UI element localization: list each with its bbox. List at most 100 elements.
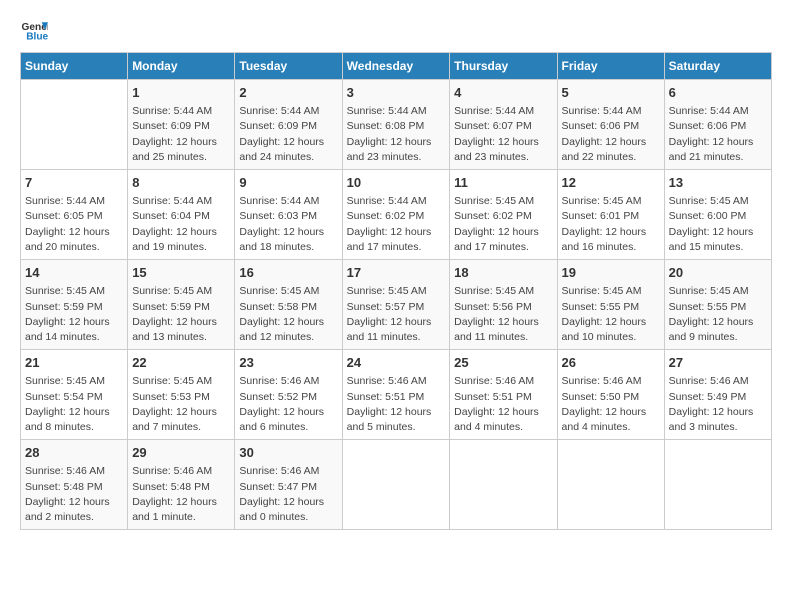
day-number: 28 <box>25 444 123 462</box>
day-number: 16 <box>239 264 337 282</box>
calendar-cell: 4 Sunrise: 5:44 AM Sunset: 6:07 PM Daylig… <box>450 80 557 170</box>
day-number: 13 <box>669 174 767 192</box>
calendar-cell: 13 Sunrise: 5:45 AM Sunset: 6:00 PM Dayli… <box>664 170 771 260</box>
calendar-cell: 7 Sunrise: 5:44 AM Sunset: 6:05 PM Daylig… <box>21 170 128 260</box>
calendar-cell: 18 Sunrise: 5:45 AM Sunset: 5:56 PM Dayli… <box>450 260 557 350</box>
calendar-cell: 22Sunrise: 5:45 AM Sunset: 5:53 PM Dayli… <box>128 350 235 440</box>
calendar-cell: 17 Sunrise: 5:45 AM Sunset: 5:57 PM Dayli… <box>342 260 450 350</box>
day-number: 2 <box>239 84 337 102</box>
calendar-cell: 25 Sunrise: 5:46 AM Sunset: 5:51 PM Dayli… <box>450 350 557 440</box>
day-number: 4 <box>454 84 552 102</box>
day-info: Sunrise: 5:44 AM Sunset: 6:04 PM Dayligh… <box>132 194 230 255</box>
calendar-week-row: 21 Sunrise: 5:45 AM Sunset: 5:54 PM Dayli… <box>21 350 772 440</box>
logo: General Blue <box>20 16 52 44</box>
calendar-cell: 1Sunrise: 5:44 AM Sunset: 6:09 PM Daylig… <box>128 80 235 170</box>
day-number: 3 <box>347 84 446 102</box>
page-header: General Blue <box>20 16 772 44</box>
day-number: 10 <box>347 174 446 192</box>
calendar-table: SundayMondayTuesdayWednesdayThursdayFrid… <box>20 52 772 530</box>
calendar-cell: 28 Sunrise: 5:46 AM Sunset: 5:48 PM Dayli… <box>21 440 128 530</box>
day-info: Sunrise: 5:45 AM Sunset: 5:53 PM Dayligh… <box>132 374 230 435</box>
calendar-header-thursday: Thursday <box>450 53 557 80</box>
day-info: Sunrise: 5:46 AM Sunset: 5:52 PM Dayligh… <box>239 374 337 435</box>
day-info: Sunrise: 5:44 AM Sunset: 6:02 PM Dayligh… <box>347 194 446 255</box>
calendar-cell: 12 Sunrise: 5:45 AM Sunset: 6:01 PM Dayli… <box>557 170 664 260</box>
day-info: Sunrise: 5:45 AM Sunset: 5:55 PM Dayligh… <box>562 284 660 345</box>
day-number: 25 <box>454 354 552 372</box>
calendar-cell <box>557 440 664 530</box>
day-number: 14 <box>25 264 123 282</box>
day-number: 7 <box>25 174 123 192</box>
calendar-header-saturday: Saturday <box>664 53 771 80</box>
calendar-header-wednesday: Wednesday <box>342 53 450 80</box>
day-number: 9 <box>239 174 337 192</box>
day-info: Sunrise: 5:44 AM Sunset: 6:07 PM Dayligh… <box>454 104 552 165</box>
day-number: 1 <box>132 84 230 102</box>
day-info: Sunrise: 5:45 AM Sunset: 6:00 PM Dayligh… <box>669 194 767 255</box>
calendar-cell: 24Sunrise: 5:46 AM Sunset: 5:51 PM Dayli… <box>342 350 450 440</box>
calendar-cell <box>664 440 771 530</box>
day-number: 15 <box>132 264 230 282</box>
day-info: Sunrise: 5:44 AM Sunset: 6:06 PM Dayligh… <box>562 104 660 165</box>
day-info: Sunrise: 5:45 AM Sunset: 5:56 PM Dayligh… <box>454 284 552 345</box>
day-info: Sunrise: 5:44 AM Sunset: 6:03 PM Dayligh… <box>239 194 337 255</box>
day-info: Sunrise: 5:46 AM Sunset: 5:48 PM Dayligh… <box>25 464 123 525</box>
calendar-header-row: SundayMondayTuesdayWednesdayThursdayFrid… <box>21 53 772 80</box>
day-number: 12 <box>562 174 660 192</box>
calendar-body: 1 Sunrise: 5:44 AM Sunset: 6:09 PM Daylig… <box>21 80 772 530</box>
calendar-cell: 20Sunrise: 5:45 AM Sunset: 5:55 PM Dayli… <box>664 260 771 350</box>
day-info: Sunrise: 5:46 AM Sunset: 5:50 PM Dayligh… <box>562 374 660 435</box>
calendar-cell: 11 Sunrise: 5:45 AM Sunset: 6:02 PM Dayli… <box>450 170 557 260</box>
day-number: 24 <box>347 354 446 372</box>
day-info: Sunrise: 5:46 AM Sunset: 5:49 PM Dayligh… <box>669 374 767 435</box>
day-number: 19 <box>562 264 660 282</box>
calendar-header-friday: Friday <box>557 53 664 80</box>
day-info: Sunrise: 5:44 AM Sunset: 6:08 PM Dayligh… <box>347 104 446 165</box>
day-number: 17 <box>347 264 446 282</box>
day-info: Sunrise: 5:45 AM Sunset: 5:58 PM Dayligh… <box>239 284 337 345</box>
day-number: 26 <box>562 354 660 372</box>
calendar-header-monday: Monday <box>128 53 235 80</box>
calendar-cell: 21 Sunrise: 5:45 AM Sunset: 5:54 PM Dayli… <box>21 350 128 440</box>
day-info: Sunrise: 5:45 AM Sunset: 6:02 PM Dayligh… <box>454 194 552 255</box>
calendar-cell: 19 Sunrise: 5:45 AM Sunset: 5:55 PM Dayli… <box>557 260 664 350</box>
calendar-header-sunday: Sunday <box>21 53 128 80</box>
day-number: 18 <box>454 264 552 282</box>
calendar-cell <box>342 440 450 530</box>
day-info: Sunrise: 5:46 AM Sunset: 5:51 PM Dayligh… <box>454 374 552 435</box>
day-number: 30 <box>239 444 337 462</box>
svg-text:Blue: Blue <box>26 31 48 42</box>
day-info: Sunrise: 5:45 AM Sunset: 5:59 PM Dayligh… <box>25 284 123 345</box>
calendar-header-tuesday: Tuesday <box>235 53 342 80</box>
day-info: Sunrise: 5:45 AM Sunset: 6:01 PM Dayligh… <box>562 194 660 255</box>
day-info: Sunrise: 5:46 AM Sunset: 5:48 PM Dayligh… <box>132 464 230 525</box>
calendar-cell: 2 Sunrise: 5:44 AM Sunset: 6:09 PM Daylig… <box>235 80 342 170</box>
calendar-cell: 9 Sunrise: 5:44 AM Sunset: 6:03 PM Daylig… <box>235 170 342 260</box>
day-number: 21 <box>25 354 123 372</box>
day-number: 23 <box>239 354 337 372</box>
calendar-cell: 16 Sunrise: 5:45 AM Sunset: 5:58 PM Dayli… <box>235 260 342 350</box>
logo-icon: General Blue <box>20 16 48 44</box>
day-number: 8 <box>132 174 230 192</box>
calendar-cell: 30Sunrise: 5:46 AM Sunset: 5:47 PM Dayli… <box>235 440 342 530</box>
day-info: Sunrise: 5:45 AM Sunset: 5:57 PM Dayligh… <box>347 284 446 345</box>
calendar-cell: 5 Sunrise: 5:44 AM Sunset: 6:06 PM Daylig… <box>557 80 664 170</box>
calendar-cell: 6Sunrise: 5:44 AM Sunset: 6:06 PM Daylig… <box>664 80 771 170</box>
day-number: 11 <box>454 174 552 192</box>
day-info: Sunrise: 5:44 AM Sunset: 6:05 PM Dayligh… <box>25 194 123 255</box>
calendar-cell: 29 Sunrise: 5:46 AM Sunset: 5:48 PM Dayli… <box>128 440 235 530</box>
calendar-week-row: 7 Sunrise: 5:44 AM Sunset: 6:05 PM Daylig… <box>21 170 772 260</box>
calendar-cell <box>450 440 557 530</box>
calendar-cell: 15 Sunrise: 5:45 AM Sunset: 5:59 PM Dayli… <box>128 260 235 350</box>
calendar-cell: 10 Sunrise: 5:44 AM Sunset: 6:02 PM Dayli… <box>342 170 450 260</box>
day-info: Sunrise: 5:45 AM Sunset: 5:54 PM Dayligh… <box>25 374 123 435</box>
calendar-cell: 3 Sunrise: 5:44 AM Sunset: 6:08 PM Daylig… <box>342 80 450 170</box>
day-number: 27 <box>669 354 767 372</box>
day-info: Sunrise: 5:45 AM Sunset: 5:55 PM Dayligh… <box>669 284 767 345</box>
calendar-week-row: 28 Sunrise: 5:46 AM Sunset: 5:48 PM Dayli… <box>21 440 772 530</box>
day-info: Sunrise: 5:44 AM Sunset: 6:09 PM Dayligh… <box>239 104 337 165</box>
day-info: Sunrise: 5:45 AM Sunset: 5:59 PM Dayligh… <box>132 284 230 345</box>
calendar-cell: 27 Sunrise: 5:46 AM Sunset: 5:49 PM Dayli… <box>664 350 771 440</box>
day-number: 29 <box>132 444 230 462</box>
day-number: 5 <box>562 84 660 102</box>
